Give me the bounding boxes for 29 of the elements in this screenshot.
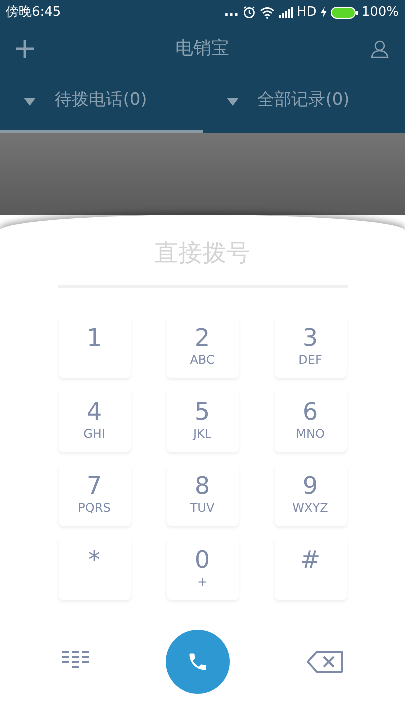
clock-text: 傍晚6:45	[6, 4, 62, 22]
dial-key[interactable]: 4 GHI	[58, 390, 130, 452]
tab[interactable]: 全部记录(0)	[202, 72, 405, 133]
dial-key[interactable]: *	[58, 538, 130, 600]
backspace-icon[interactable]	[306, 651, 343, 673]
app-title: 电销宝	[176, 37, 230, 61]
dial-key[interactable]: 3 DEF	[274, 316, 346, 378]
more-text: ...	[224, 4, 240, 22]
battery-text: 100%	[362, 4, 399, 22]
wifi-icon	[260, 6, 276, 18]
phone-icon	[187, 651, 210, 673]
dial-key[interactable]: 5 JKL	[166, 390, 238, 452]
dial-key[interactable]: 1	[58, 316, 130, 378]
dial-key[interactable]: 8 TUV	[166, 464, 238, 526]
dropdown-icon	[24, 98, 36, 106]
network-text: HD	[297, 4, 317, 22]
dial-key[interactable]: 7 PQRS	[58, 464, 130, 526]
dial-key[interactable]: 2 ABC	[166, 316, 238, 378]
charging-icon	[320, 7, 327, 18]
dial-key[interactable]: #	[274, 538, 346, 600]
signal-icon	[279, 7, 294, 18]
dropdown-icon	[226, 98, 238, 106]
dial-key[interactable]: 0 +	[166, 538, 238, 600]
user-icon[interactable]	[371, 40, 389, 58]
dial-key[interactable]: 6 MNO	[274, 390, 346, 452]
dial-key[interactable]: 9 WXYZ	[274, 464, 346, 526]
alarm-icon	[243, 6, 256, 19]
add-icon[interactable]	[16, 40, 34, 58]
battery-icon	[330, 6, 358, 18]
